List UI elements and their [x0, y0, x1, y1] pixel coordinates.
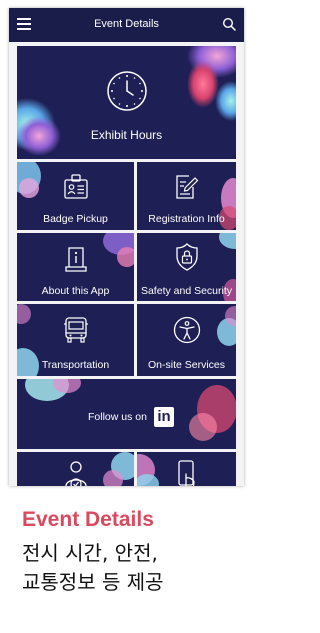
badge-id-icon	[63, 174, 88, 199]
tile-exhibit-hours[interactable]: Exhibit Hours	[17, 46, 236, 159]
tile-follow-linkedin[interactable]: Follow us on in	[17, 379, 236, 449]
follow-us-label: Follow us on	[88, 411, 147, 423]
tile-label: Registration Info	[148, 213, 225, 225]
linkedin-icon[interactable]: in	[154, 407, 174, 427]
tile-label: Transportation	[41, 359, 110, 371]
accessibility-icon	[173, 316, 200, 344]
caption-heading: Event Details	[22, 508, 154, 531]
tile-partial-left[interactable]	[17, 452, 134, 486]
linkedin-logo-text: in	[157, 408, 171, 425]
info-phone-icon	[64, 247, 87, 272]
page-title: Event Details	[94, 18, 159, 30]
phone-tap-icon	[177, 460, 195, 486]
caption-line-2: 교통정보 등 제공	[22, 570, 164, 594]
tile-label: Exhibit Hours	[90, 128, 163, 142]
app-header: Event Details	[9, 8, 244, 42]
tile-label: On-site Services	[147, 359, 226, 371]
tile-onsite-services[interactable]: On-site Services	[137, 304, 236, 376]
tile-transportation[interactable]: Transportation	[17, 304, 134, 376]
phone-screen: Event Details Exhibit Hours Badge Pickup…	[9, 8, 244, 486]
caption-line-1: 전시 시간, 안전,	[22, 541, 158, 565]
tile-partial-right[interactable]	[137, 452, 236, 486]
tile-label: Badge Pickup	[43, 213, 108, 225]
tile-badge-pickup[interactable]: Badge Pickup	[17, 162, 134, 230]
person-check-icon	[64, 461, 87, 486]
edit-document-icon	[175, 175, 198, 199]
search-icon[interactable]	[222, 17, 236, 31]
tile-about-app[interactable]: About this App	[17, 233, 134, 301]
tile-registration-info[interactable]: Registration Info	[137, 162, 236, 230]
tile-safety-security[interactable]: Safety and Security	[137, 233, 236, 301]
tile-label: Safety and Security	[140, 285, 233, 297]
caption-description: 전시 시간, 안전, 교통정보 등 제공	[22, 539, 237, 597]
shield-lock-icon	[175, 243, 198, 271]
caption-block: Event Details 전시 시간, 안전, 교통정보 등 제공	[22, 507, 237, 597]
clock-icon	[106, 71, 147, 111]
bus-icon	[63, 317, 88, 343]
tile-label: About this App	[41, 285, 110, 297]
